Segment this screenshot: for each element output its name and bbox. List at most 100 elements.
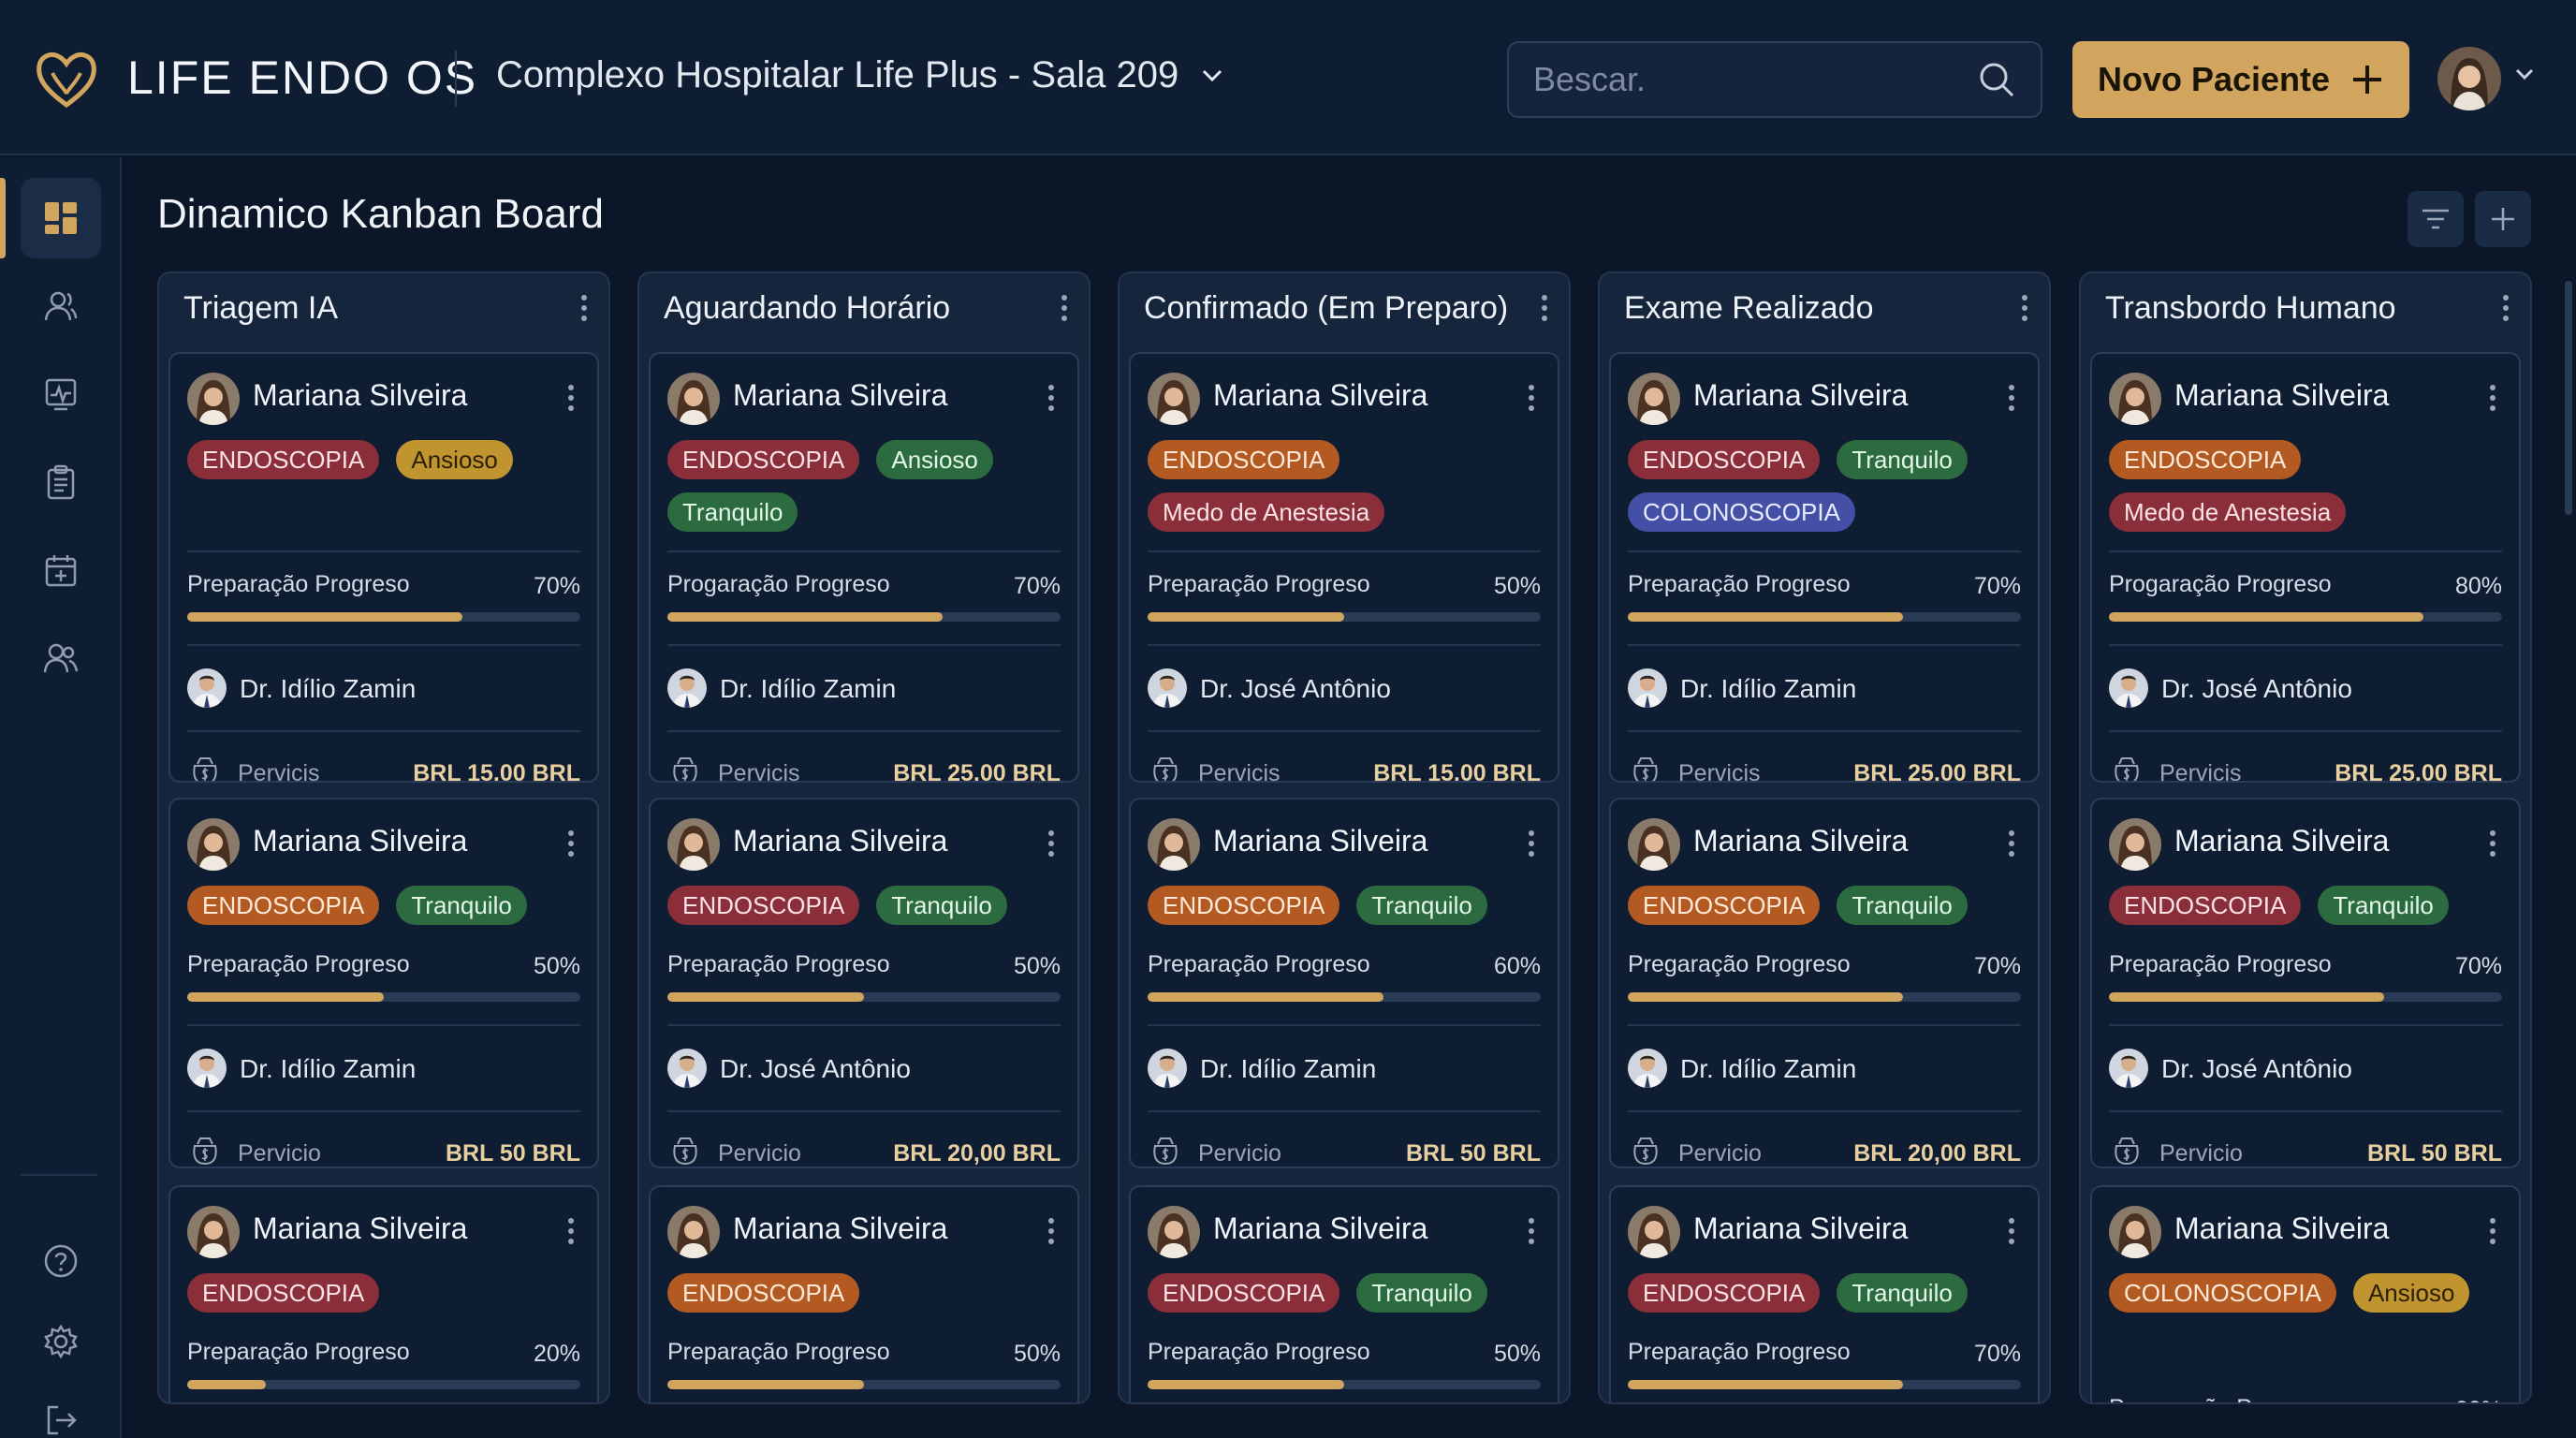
add-column-button[interactable] [2475, 191, 2531, 247]
nav-team[interactable] [21, 618, 101, 698]
nav-settings[interactable] [21, 1301, 101, 1382]
user-avatar[interactable] [2437, 47, 2501, 110]
more-vertical-icon[interactable] [2021, 294, 2028, 327]
progress-fill [667, 612, 943, 622]
patient-avatar [187, 1206, 240, 1258]
more-vertical-icon[interactable] [2489, 384, 2496, 417]
patient-name: Mariana Silveira [2174, 824, 2390, 858]
more-vertical-icon[interactable] [1528, 384, 1535, 417]
nav-clipboard[interactable] [21, 442, 101, 522]
more-vertical-icon[interactable] [1528, 1217, 1535, 1250]
more-vertical-icon[interactable] [2489, 829, 2496, 862]
more-vertical-icon[interactable] [1047, 1217, 1055, 1250]
patient-card[interactable]: Mariana Silveira ENDOSCOPIA Ansioso Tranqui… [649, 352, 1079, 783]
patient-card[interactable]: Mariana Silveira ENDOSCOPIA Tranquilo Prega… [1609, 798, 2040, 1168]
card-divider [1148, 730, 1541, 732]
search-input[interactable] [1533, 60, 1977, 99]
patient-name: Mariana Silveira [2174, 378, 2390, 412]
patient-avatar [187, 373, 240, 425]
more-vertical-icon[interactable] [1047, 384, 1055, 417]
more-vertical-icon[interactable] [2008, 829, 2015, 862]
progress-label: Preparação Progreso [1148, 951, 1370, 977]
more-vertical-icon[interactable] [1047, 829, 1055, 862]
patient-card[interactable]: Mariana Silveira ENDOSCOPIA Tranquilo COLON… [1609, 352, 2040, 783]
doctor-name: Dr. José Antônio [2161, 1054, 2352, 1083]
nav-dashboard[interactable] [21, 178, 101, 258]
patient-card[interactable]: Mariana Silveira ENDOSCOPIA Tranquilo Prepa… [649, 798, 1079, 1168]
search-icon[interactable] [1977, 60, 2016, 99]
patient-card[interactable]: Mariana Silveira ENDOSCOPIA Tranquilo Prepa… [1129, 798, 1559, 1168]
nav-patients[interactable] [21, 266, 101, 346]
patient-card[interactable]: Mariana Silveira ENDOSCOPIA Medo de Aneste… [2090, 352, 2521, 783]
patient-card[interactable]: Mariana Silveira ENDOSCOPIA Tranquilo Prepa… [1129, 1185, 1559, 1402]
patient-name: Mariana Silveira [1693, 824, 1909, 858]
doctor-name: Dr. José Antônio [720, 1054, 911, 1083]
card-divider [2109, 644, 2502, 646]
more-vertical-icon[interactable] [567, 1217, 575, 1250]
nav-logout[interactable] [21, 1380, 101, 1438]
new-patient-button[interactable]: Novo Paciente [2072, 41, 2409, 118]
patient-card[interactable]: Mariana Silveira ENDOSCOPIA Preparação Pro… [168, 1185, 599, 1402]
more-vertical-icon[interactable] [580, 294, 588, 327]
sidebar-divider [21, 1174, 97, 1176]
more-vertical-icon[interactable] [2502, 294, 2510, 327]
progress-value: 60% [1493, 953, 1541, 979]
patient-card[interactable]: Mariana Silveira ENDOSCOPIA Tranquilo Prepa… [2090, 798, 2521, 1168]
patient-card[interactable]: Mariana Silveira ENDOSCOPIA Preparação Pro… [649, 1185, 1079, 1402]
doctor-name: Dr. Idílio Zamin [240, 674, 417, 703]
card-divider [667, 730, 1061, 732]
doctor-name: Dr. José Antônio [1200, 674, 1391, 703]
progress-label: Preparação Progreso [2109, 1395, 2332, 1402]
location-selector[interactable]: Complexo Hospitalar Life Plus - Sala 209 [496, 54, 1223, 96]
status-tag: ENDOSCOPIA [2109, 440, 2302, 479]
doctor-avatar [2109, 668, 2148, 708]
status-tag: Tranquilo [2318, 886, 2449, 925]
chevron-down-icon[interactable] [2514, 67, 2535, 81]
more-vertical-icon[interactable] [2008, 384, 2015, 417]
card-divider [2109, 1110, 2502, 1112]
kanban-column: Triagem IA Mariana Silveira ENDOSCOPIA Ansi… [157, 271, 610, 1404]
filter-button[interactable] [2408, 191, 2464, 247]
vertical-scrollbar[interactable] [2565, 281, 2572, 515]
more-vertical-icon[interactable] [1528, 829, 1535, 862]
progress-value: 80% [2454, 573, 2502, 599]
money-bag-icon [1149, 755, 1181, 781]
service-label: Pervicis [2159, 760, 2242, 783]
progress-fill [1148, 1380, 1344, 1389]
patient-card[interactable]: Mariana Silveira ENDOSCOPIA Medo de Aneste… [1129, 352, 1559, 783]
status-tag: ENDOSCOPIA [187, 440, 380, 479]
more-vertical-icon[interactable] [567, 829, 575, 862]
more-vertical-icon[interactable] [2489, 1217, 2496, 1250]
price-value: BRL 25,00 BRL [1853, 760, 2021, 783]
column-title: Confirmado (Em Preparo) [1144, 290, 1509, 326]
kanban-column: Confirmado (Em Preparo) Mariana Silveira E… [1118, 271, 1571, 1404]
search-box[interactable] [1507, 41, 2042, 118]
tag-list: ENDOSCOPIA Tranquilo [187, 886, 580, 925]
nav-help[interactable] [21, 1221, 101, 1301]
nav-active-indicator [0, 178, 6, 258]
nav-monitor[interactable] [21, 354, 101, 434]
more-vertical-icon[interactable] [1541, 294, 1548, 327]
service-label: Pervicio [2159, 1140, 2243, 1167]
more-vertical-icon[interactable] [567, 384, 575, 417]
patient-card[interactable]: Mariana Silveira ENDOSCOPIA Tranquilo Prepa… [168, 798, 599, 1168]
patient-card[interactable]: Mariana Silveira ENDOSCOPIA Tranquilo Prepa… [1609, 1185, 2040, 1402]
team-icon [43, 643, 79, 673]
more-vertical-icon[interactable] [2008, 1217, 2015, 1250]
nav-calendar[interactable] [21, 530, 101, 610]
doctor-name: Dr. Idílio Zamin [1200, 1054, 1377, 1083]
patient-card[interactable]: Mariana Silveira ENDOSCOPIA Ansioso Prepara… [168, 352, 599, 783]
patient-name: Mariana Silveira [1693, 378, 1909, 412]
tag-list: ENDOSCOPIA Ansioso [187, 440, 580, 479]
doctor-avatar [1628, 1049, 1667, 1088]
progress-value: 50% [1013, 1341, 1061, 1367]
status-tag: Tranquilo [1837, 886, 1968, 925]
sidebar [0, 157, 122, 1438]
status-tag: Tranquilo [1837, 440, 1968, 479]
patient-avatar [1148, 1206, 1200, 1258]
patient-card[interactable]: Mariana Silveira COLONOSCOPIA Ansioso Prepa… [2090, 1185, 2521, 1402]
card-divider [667, 644, 1061, 646]
card-divider [2109, 730, 2502, 732]
patient-name: Mariana Silveira [733, 378, 948, 412]
more-vertical-icon[interactable] [1061, 294, 1068, 327]
